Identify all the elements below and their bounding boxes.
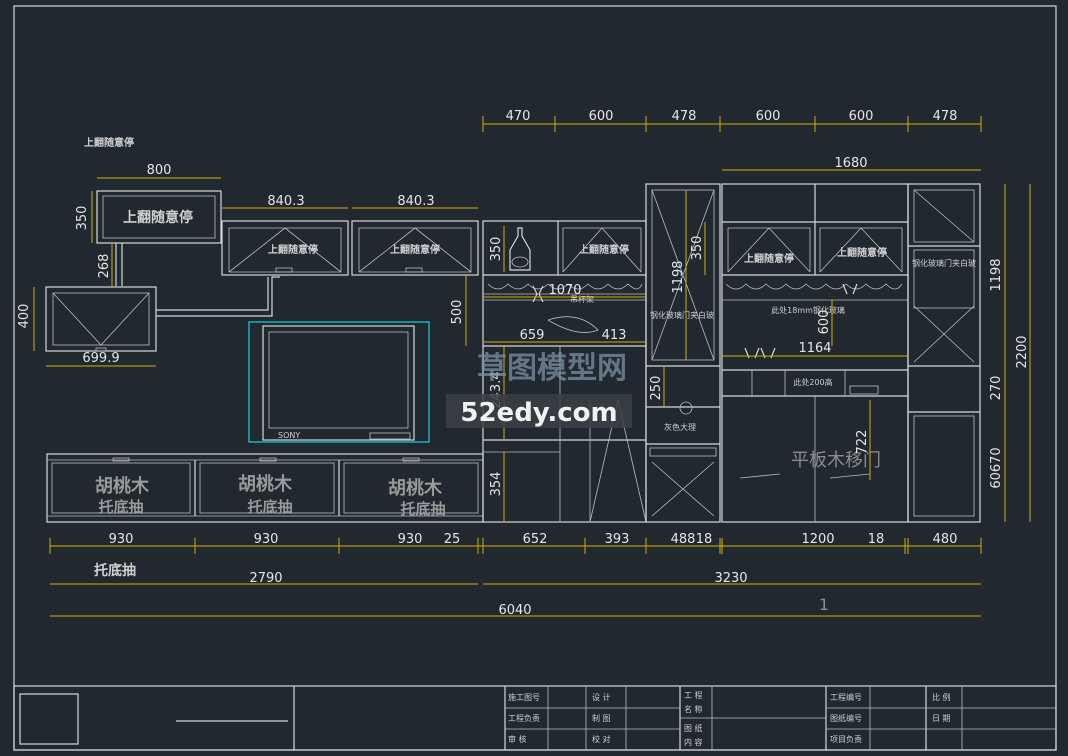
svg-text:652: 652 (523, 532, 548, 547)
svg-text:图纸编号: 图纸编号 (830, 713, 862, 723)
svg-text:600: 600 (817, 310, 832, 335)
svg-text:名 称: 名 称 (684, 704, 703, 714)
svg-text:草图模型网: 草图模型网 (477, 351, 627, 386)
svg-text:659: 659 (520, 328, 545, 343)
svg-text:500: 500 (450, 300, 465, 325)
svg-text:钢化玻璃门夹白玻: 钢化玻璃门夹白玻 (650, 310, 714, 320)
svg-text:日 期: 日 期 (932, 714, 951, 723)
svg-text:600: 600 (849, 109, 874, 124)
svg-text:488: 488 (671, 532, 696, 547)
svg-text:SONY: SONY (278, 431, 300, 440)
svg-text:25: 25 (444, 532, 461, 547)
svg-text:268: 268 (97, 254, 112, 279)
svg-text:胡桃木: 胡桃木 (95, 475, 150, 497)
glass-column: 钢化玻璃门夹白玻 灰色大理 (645, 183, 721, 523)
svg-text:1680: 1680 (834, 156, 867, 171)
svg-text:此处200高: 此处200高 (793, 377, 832, 387)
svg-text:350: 350 (75, 206, 90, 231)
svg-text:上翻随意停: 上翻随意停 (390, 243, 440, 256)
svg-text:350: 350 (489, 237, 504, 262)
svg-text:托底抽: 托底抽 (247, 498, 292, 516)
svg-text:1164: 1164 (798, 341, 831, 356)
top-dimensions: 470 600 478 600 600 478 1680 (482, 109, 982, 171)
svg-text:840.3: 840.3 (397, 194, 434, 209)
svg-text:722: 722 (855, 430, 870, 455)
svg-text:托底抽: 托底抽 (400, 500, 445, 518)
cad-drawing: 上翻随意停 上翻随意停 上翻随意停 SONY 胡桃木 托底抽 胡桃木 托底抽 胡… (13, 5, 1057, 751)
upper-cabinet-a: 上翻随意停 (221, 220, 349, 276)
svg-text:413: 413 (602, 328, 627, 343)
svg-text:工程编号: 工程编号 (830, 692, 862, 702)
svg-text:上翻随意停: 上翻随意停 (837, 246, 887, 259)
svg-text:480: 480 (933, 532, 958, 547)
svg-text:此处18mm钢化玻璃: 此处18mm钢化玻璃 (771, 305, 845, 315)
svg-text:上翻随意停: 上翻随意停 (579, 243, 629, 256)
svg-text:930: 930 (398, 532, 423, 547)
svg-text:1200: 1200 (801, 532, 834, 547)
svg-text:18: 18 (696, 532, 713, 547)
svg-text:项目负责: 项目负责 (830, 734, 862, 744)
svg-text:审 核: 审 核 (508, 734, 527, 744)
svg-text:478: 478 (933, 109, 958, 124)
svg-text:胡桃木: 胡桃木 (238, 473, 293, 495)
svg-text:上翻随意停: 上翻随意停 (84, 136, 134, 149)
svg-text:2200: 2200 (1015, 335, 1030, 368)
svg-text:930: 930 (109, 532, 134, 547)
svg-text:470: 470 (506, 109, 531, 124)
svg-text:350: 350 (690, 236, 705, 261)
svg-text:3230: 3230 (714, 571, 747, 586)
svg-text:设 计: 设 计 (592, 692, 611, 702)
svg-text:托底抽: 托底抽 (94, 562, 136, 579)
svg-text:6040: 6040 (498, 603, 531, 618)
watermark: 草图模型网 52edy.com (446, 351, 632, 428)
upper-flip-box-main: 上翻随意停 (96, 190, 222, 244)
svg-text:250: 250 (649, 376, 664, 401)
svg-text:699.9: 699.9 (82, 351, 119, 366)
upper-cabinet-b: 上翻随意停 (351, 220, 479, 276)
svg-text:灰色大理: 灰色大理 (664, 422, 696, 432)
svg-text:52edy.com: 52edy.com (460, 398, 617, 428)
svg-text:钢化玻璃门夹白玻: 钢化玻璃门夹白玻 (912, 258, 976, 268)
svg-text:胡桃木: 胡桃木 (388, 477, 443, 499)
svg-text:60670: 60670 (989, 447, 1004, 488)
svg-text:工程负责: 工程负责 (508, 713, 540, 723)
svg-text:1070: 1070 (548, 283, 581, 298)
bottom-dimensions: 930 930 930 25 652 393 488 18 1200 18 48… (49, 532, 982, 618)
svg-text:图 纸: 图 纸 (684, 723, 703, 733)
svg-text:内 容: 内 容 (684, 737, 703, 747)
svg-text:托底抽: 托底抽 (98, 498, 143, 516)
svg-text:比 例: 比 例 (932, 692, 951, 702)
svg-text:1198: 1198 (989, 258, 1004, 291)
svg-text:1198: 1198 (671, 260, 686, 293)
svg-text:600: 600 (756, 109, 781, 124)
svg-text:930: 930 (254, 532, 279, 547)
svg-text:上翻随意停: 上翻随意停 (744, 252, 794, 265)
svg-text:600: 600 (589, 109, 614, 124)
svg-text:工 程: 工 程 (684, 691, 703, 700)
svg-text:800: 800 (147, 163, 172, 178)
svg-text:18: 18 (868, 532, 885, 547)
left-wall-box (45, 286, 157, 352)
svg-text:2790: 2790 (249, 571, 282, 586)
svg-text:393: 393 (605, 532, 630, 547)
svg-text:施工图号: 施工图号 (508, 692, 540, 702)
svg-text:478: 478 (672, 109, 697, 124)
right-glass-column: 钢化玻璃门夹白玻 (907, 183, 981, 523)
svg-text:上翻随意停: 上翻随意停 (268, 243, 318, 256)
right-dimensions: 1198 2200 270 60670 (989, 184, 1031, 522)
title-block: 施工图号 工程负责 审 核 设 计 制 图 校 对 工 程 名 称 图 纸 内 … (13, 685, 1057, 751)
box-main-label: 上翻随意停 (123, 209, 193, 226)
svg-text:校 对: 校 对 (592, 734, 611, 744)
svg-text:制 图: 制 图 (592, 713, 611, 723)
svg-text:400: 400 (17, 304, 32, 329)
svg-text:270: 270 (989, 376, 1004, 401)
svg-text:840.3: 840.3 (267, 194, 304, 209)
svg-text:354: 354 (489, 472, 504, 497)
television: SONY (248, 321, 430, 443)
svg-text:1: 1 (819, 595, 829, 614)
